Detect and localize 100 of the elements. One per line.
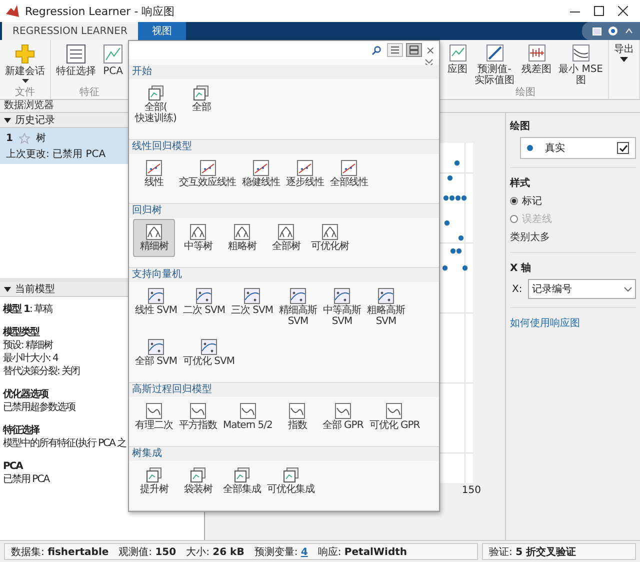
model-preset-button[interactable]: 可优化 GPR (367, 398, 422, 436)
category-title: 树集成 (129, 447, 439, 461)
residual-chart-icon (528, 44, 546, 62)
checkbox[interactable] (617, 142, 629, 154)
model-detail-text: 最小叶大小: 4 (3, 352, 58, 365)
stack-icon (234, 467, 250, 483)
model-preset-button[interactable]: 袋装树 (177, 462, 219, 500)
model-preset-button[interactable]: 可优化 SVM (181, 334, 236, 372)
list-view-button[interactable] (386, 43, 403, 57)
model-preset-button[interactable]: 稳健线性 (240, 155, 282, 193)
chevron-icon (624, 286, 632, 292)
model-preset-button[interactable]: 精细高斯 SVM (277, 283, 319, 332)
help-link[interactable]: 如何使用响应图 (510, 316, 636, 330)
toolstrip-button[interactable]: 导出 (611, 40, 637, 99)
status-item: 大小: 26 kB (186, 546, 244, 558)
model-preset-button[interactable]: 中等树 (177, 219, 219, 257)
scatter-icon (200, 339, 217, 355)
section-heading: 样式 (510, 176, 531, 190)
collapse-icon[interactable] (624, 26, 634, 36)
status-item: 数据集: fishertable (11, 546, 109, 558)
toolstrip-button[interactable]: 预测值- 实际值图 (472, 40, 518, 87)
window-title: Regression Learner - 响应图 (25, 4, 175, 18)
diagonal-chart-icon (486, 44, 504, 62)
grid-view-button[interactable] (406, 43, 422, 57)
model-preset-button[interactable]: 粗略高斯 SVM (365, 283, 407, 332)
line-chart-icon (341, 160, 357, 176)
stack-icon (190, 467, 206, 483)
model-preset-button[interactable]: Matern 5/2 (221, 398, 274, 436)
model-preset-button[interactable]: 全部树 (265, 219, 307, 257)
close-button[interactable]: × (424, 44, 436, 56)
model-preset-button[interactable]: 平方指数 (177, 398, 219, 436)
curve-chart-icon (572, 44, 590, 62)
maximize-icon[interactable] (594, 6, 604, 16)
section-heading: X 轴 (510, 262, 532, 275)
model-preset-button[interactable]: 提升树 (133, 462, 175, 500)
category-title: 线性回归模型 (129, 140, 439, 154)
model-detail-text: 预设: 精细树 (3, 339, 53, 352)
curve-chart-icon (386, 403, 402, 419)
model-preset-button[interactable]: 可优化树 (309, 219, 351, 257)
section-heading: PCA (3, 460, 22, 473)
model-preset-button[interactable]: 精细树 (133, 219, 175, 257)
grid-icon (408, 45, 419, 55)
toolstrip-button[interactable]: 最小 MSE 图 (556, 40, 606, 87)
model-preset-button[interactable]: 有理二次 (133, 398, 175, 436)
model-detail-text: 已禁用超参数选项 (3, 401, 75, 414)
model-preset-button[interactable]: 三次 SVM (229, 283, 275, 332)
category-title: 支持向量机 (129, 268, 439, 282)
model-preset-button[interactable]: 可优化集成 (265, 462, 316, 500)
tree-icon (322, 224, 338, 240)
help-icon[interactable] (608, 26, 618, 36)
tree-icon (278, 224, 294, 240)
tree-icon (234, 224, 250, 240)
toolstrip-button[interactable]: PCA (100, 40, 126, 87)
list-icon (390, 45, 400, 55)
toolstrip-button[interactable]: 残差图 (518, 40, 555, 87)
stack-icon (193, 85, 210, 101)
ribbon-tab[interactable]: 视图 (138, 22, 186, 40)
section-heading: 模型类型 (3, 326, 39, 339)
section-heading: 特征选择 (3, 424, 39, 437)
scatter-icon (378, 288, 394, 304)
model-detail-text: 模型中的所有特征(执行 PCA 之 (3, 437, 126, 450)
marker-icon (527, 145, 533, 151)
field-label: X: (512, 284, 522, 294)
list-icon (66, 44, 86, 64)
line-chart-icon (253, 160, 269, 176)
model-preset-button[interactable]: 全部 SVM (133, 334, 179, 372)
model-detail-text: 已禁用 PCA (3, 473, 50, 486)
curve-chart-icon (240, 403, 256, 419)
close-icon[interactable] (618, 6, 628, 16)
document-icon[interactable] (592, 26, 602, 36)
model-preset-button[interactable]: 全部集成 (221, 462, 263, 500)
scatter-icon (290, 288, 306, 304)
curve-chart-icon (146, 403, 162, 419)
note-text: 类别太多 (510, 230, 551, 244)
model-preset-button[interactable]: 逐步线性 (284, 155, 326, 193)
stack-icon (282, 467, 299, 483)
model-preset-button[interactable]: 粗略树 (221, 219, 263, 257)
model-detail-text: 替代决策分裂: 关闭 (3, 365, 80, 378)
scatter-icon (148, 339, 164, 355)
curve-chart-icon (334, 403, 351, 419)
ribbon-tab[interactable]: REGRESSION LEARNER (2, 22, 138, 40)
tree-icon (146, 224, 162, 240)
curve-chart-icon (289, 403, 306, 419)
scatter-icon (244, 288, 260, 304)
chart-icon (103, 44, 123, 64)
model-preset-button[interactable]: 中等高斯 SVM (321, 283, 363, 332)
stack-icon (148, 85, 164, 101)
model-preset-button[interactable]: 全部 GPR (320, 398, 366, 436)
radio-option[interactable]: 标记 (510, 194, 636, 208)
section-heading: 优化器选项 (3, 388, 48, 401)
category-title: 高斯过程回归模型 (129, 383, 439, 397)
model-preset-button[interactable]: 全部线性 (328, 155, 370, 193)
model-preset-button[interactable]: 指数 (276, 398, 318, 436)
scatter-icon (334, 288, 350, 304)
toolstrip-button[interactable]: 新建会话 (2, 40, 48, 87)
toolstrip-button[interactable]: 应图 (444, 40, 471, 87)
toolstrip-button[interactable]: 特征选择 (53, 40, 99, 87)
line-chart-icon (297, 160, 313, 176)
star-icon[interactable] (18, 132, 30, 144)
x-axis-dropdown[interactable]: 记录编号 (528, 279, 636, 299)
